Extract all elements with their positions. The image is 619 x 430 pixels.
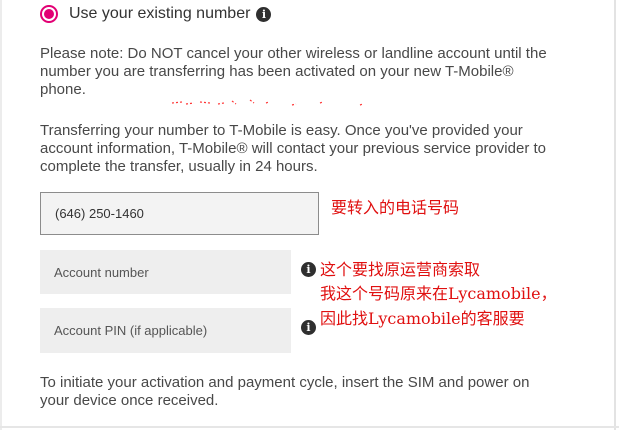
frame-border-right [614, 0, 616, 430]
frame-border-left [0, 0, 2, 430]
account-number-info-icon[interactable]: i [301, 262, 316, 277]
phone-number-input[interactable]: (646) 250-1460 [40, 192, 319, 235]
account-annotation-line1: 这个要找原运营商索取 [320, 260, 481, 279]
account-annotation-line2: 我这个号码原来在Lycamobile， [320, 284, 557, 303]
frame-border-bottom [0, 426, 619, 428]
radio-button-selected[interactable] [40, 5, 58, 23]
info-icon[interactable]: i [256, 6, 272, 22]
account-pin-input[interactable]: Account PIN (if applicable) [40, 308, 291, 353]
option-label: Use your existing number [69, 5, 251, 22]
radio-dot [44, 9, 54, 19]
red-scribble-mark [171, 99, 364, 106]
warning-paragraph: Please note: Do NOT cancel your other wi… [40, 45, 547, 98]
activation-instructions-paragraph: To initiate your activation and payment … [40, 374, 530, 409]
phone-annotation: 要转入的电话号码 [331, 198, 460, 217]
account-pin-info-icon[interactable]: i [301, 320, 316, 335]
transfer-info-paragraph: Transferring your number to T-Mobile is … [40, 122, 546, 175]
account-number-input[interactable]: Account number [40, 250, 291, 294]
account-annotation-line3: 因此找Lycamobile的客服要 [320, 309, 525, 328]
use-existing-number-option[interactable]: Use your existing number i [40, 3, 272, 25]
